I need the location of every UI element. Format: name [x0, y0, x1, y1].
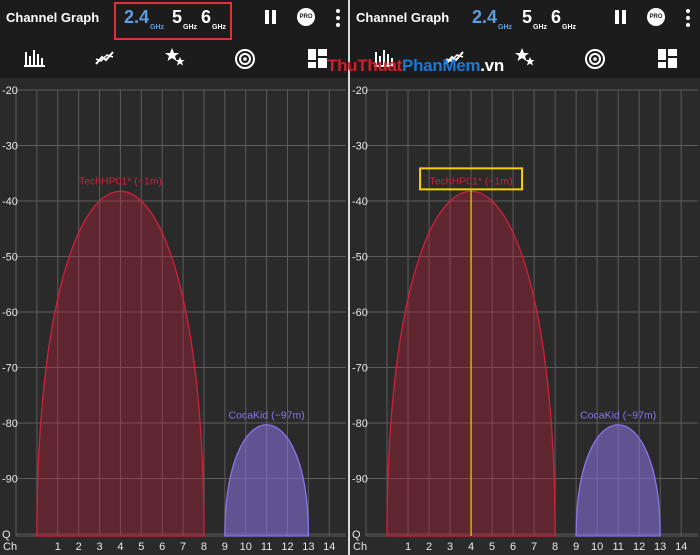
- pro-badge[interactable]: PRO: [647, 8, 665, 26]
- y-tick-label: -90: [2, 474, 18, 486]
- x-tick-label: 5: [489, 541, 495, 553]
- app-title: Channel Graph: [356, 10, 450, 25]
- x-tick-label: 4: [117, 541, 123, 553]
- band-highlight-box: [114, 2, 232, 40]
- app-bar: Channel Graph 2.4GHz 5GHz 6GHz PRO: [0, 0, 348, 40]
- y-tick-label: -30: [2, 141, 18, 153]
- app-title: Channel Graph: [6, 10, 100, 25]
- band-2-4-ghz[interactable]: 2.4GHz: [472, 7, 512, 31]
- band-unit: GHz: [498, 24, 513, 31]
- y-tick-label: -70: [2, 363, 18, 375]
- channel-graph-screen-right: Channel Graph 2.4GHz 5GHz 6GHz PRO -20 -…: [350, 0, 700, 555]
- bar-graph-icon: [24, 50, 45, 67]
- tab-channel-rating[interactable]: [140, 40, 210, 78]
- band-6-ghz[interactable]: 6GHz: [551, 7, 576, 31]
- x-tick-label: 8: [552, 541, 558, 553]
- network-label: TechHP01* (~1m): [429, 175, 512, 187]
- app-bar: Channel Graph 2.4GHz 5GHz 6GHz PRO: [350, 0, 700, 40]
- x-tick-label: 10: [240, 541, 252, 553]
- y-tick-label: -50: [2, 252, 18, 264]
- tab-access-points[interactable]: [560, 40, 630, 78]
- y-tick-label: -90: [352, 474, 368, 486]
- pause-icon[interactable]: [613, 10, 627, 24]
- x-tick-label: 3: [96, 541, 102, 553]
- y-tick-label: -80: [2, 418, 18, 430]
- x-tick-label: 12: [281, 541, 293, 553]
- more-vert-icon[interactable]: [336, 9, 340, 27]
- x-tick-label: 14: [323, 541, 335, 553]
- channel-graph-chart: -20-30-40-50-60-70-80-90QCh 1 2 3 4 5 6 7 8 9 10 11…: [350, 78, 700, 555]
- watermark: ThuThuatPhanMem.vn: [327, 56, 504, 75]
- x-tick-label: 1: [405, 541, 411, 553]
- x-tick-label: 3: [447, 541, 453, 553]
- more-vert-icon[interactable]: [686, 9, 690, 27]
- line-chart-icon: [95, 51, 114, 65]
- pro-badge[interactable]: PRO: [297, 8, 315, 26]
- tab-access-points[interactable]: [210, 40, 280, 78]
- y-tick-label: -60: [352, 307, 368, 319]
- x-tick-label: 2: [426, 541, 432, 553]
- y-tick-label: -80: [352, 418, 368, 430]
- y-tick-label: Q: [352, 529, 361, 541]
- y-tick-label: -60: [2, 307, 18, 319]
- x-tick-label: 11: [261, 541, 272, 553]
- network-label: CocaKid (~97m): [580, 410, 656, 422]
- x-tick-label: 7: [531, 541, 537, 553]
- x-tick-label: 13: [302, 541, 314, 553]
- band-5-ghz[interactable]: 5GHz: [522, 7, 547, 31]
- network-label: TechHP01* (~1m): [79, 175, 162, 187]
- x-tick-label: 4: [468, 541, 474, 553]
- x-tick-label: 9: [573, 541, 579, 553]
- x-tick-label: 6: [510, 541, 516, 553]
- x-tick-label: 12: [633, 541, 645, 553]
- y-tick-label: -50: [352, 252, 368, 264]
- x-tick-label: 9: [222, 541, 228, 553]
- y-tick-label: -30: [352, 141, 368, 153]
- channel-graph-screen-left: Channel Graph 2.4GHz 5GHz 6GHz PRO -20 -…: [0, 0, 348, 555]
- x-tick-label: 7: [180, 541, 186, 553]
- wifi-signal-icon: [585, 49, 605, 69]
- y-tick-label: -20: [352, 85, 368, 97]
- x-tick-label: 2: [76, 541, 82, 553]
- band-unit: GHz: [562, 24, 577, 31]
- y-tick-label: -40: [352, 196, 368, 208]
- x-tick-label: 10: [591, 541, 603, 553]
- wifi-signal-icon: [235, 49, 255, 69]
- stars-icon: [515, 48, 535, 66]
- x-tick-label: 5: [138, 541, 144, 553]
- x-axis-label: Ch: [353, 541, 367, 553]
- y-tick-label: -20: [2, 85, 18, 97]
- y-tick-label: -70: [352, 363, 368, 375]
- x-tick-label: 13: [654, 541, 666, 553]
- x-tick-label: 1: [55, 541, 61, 553]
- pause-icon[interactable]: [263, 10, 277, 24]
- band-value: 2.4: [472, 7, 498, 27]
- x-tick-label: 6: [159, 541, 165, 553]
- tab-bar: [0, 40, 348, 118]
- network-label: CocaKid (~97m): [229, 410, 305, 422]
- x-tick-label: 14: [675, 541, 687, 553]
- y-tick-label: -40: [2, 196, 18, 208]
- band-unit: GHz: [533, 24, 548, 31]
- tab-time-graph[interactable]: [70, 40, 140, 78]
- x-axis-label: Ch: [3, 541, 17, 553]
- y-tick-label: Q: [2, 529, 11, 541]
- band-value: 6: [551, 7, 562, 27]
- stars-icon: [165, 48, 185, 66]
- tab-more-views[interactable]: [630, 40, 700, 78]
- channel-graph-chart: -20-30-40-50-60-70-80-90QCh 1 2 3 4 5 6 7 8 9 10 11…: [0, 78, 348, 555]
- band-value: 5: [522, 7, 533, 27]
- grid-icon: [658, 49, 677, 68]
- x-tick-label: 11: [612, 541, 623, 553]
- x-tick-label: 8: [201, 541, 207, 553]
- tab-channel-graph[interactable]: [0, 40, 70, 78]
